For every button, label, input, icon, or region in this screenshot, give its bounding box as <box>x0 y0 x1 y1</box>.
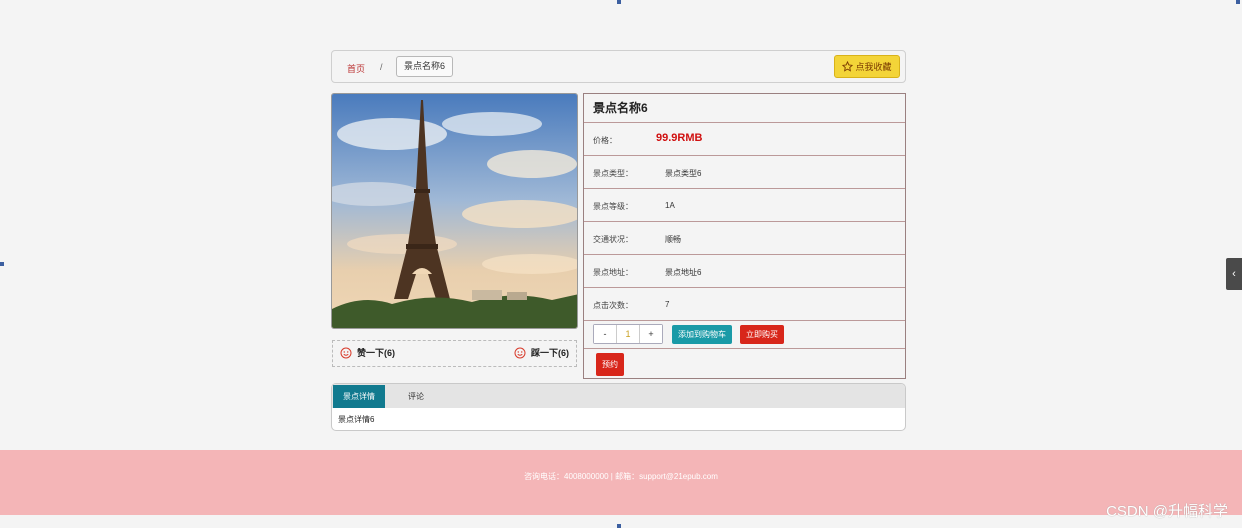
book-row: 预约 <box>584 349 905 379</box>
buy-now-button[interactable]: 立即购买 <box>740 325 784 344</box>
field-label: 交通状况： <box>593 235 633 244</box>
info-row-type: 景点类型： 景点类型6 <box>584 156 905 189</box>
detail-tabs: 景点详情 评论 景点详情6 <box>331 383 906 431</box>
price-value: 99.9RMB <box>656 132 703 144</box>
attraction-title: 景点名称6 <box>584 94 905 123</box>
favorite-button[interactable]: 点我收藏 <box>834 55 900 78</box>
watermark: CSDN @升幅科学 <box>1106 503 1228 520</box>
vote-bar: 赞一下(6) 踩一下(6) <box>332 340 577 367</box>
favorite-label: 点我收藏 <box>855 62 892 72</box>
selection-handle <box>1236 0 1240 4</box>
field-label: 景点等级： <box>593 202 633 211</box>
book-button[interactable]: 预约 <box>596 353 624 376</box>
breadcrumb-home-link[interactable]: 首页 <box>347 62 365 75</box>
star-icon <box>842 61 854 72</box>
info-row-level: 景点等级： 1A <box>584 189 905 222</box>
breadcrumb-current: 景点名称6 <box>396 56 454 77</box>
field-value: 7 <box>665 300 670 309</box>
attraction-info-panel: 景点名称6 价格： 99.9RMB 景点类型： 景点类型6 景点等级： 1A 交… <box>583 93 906 379</box>
selection-handle <box>617 0 621 4</box>
field-label: 点击次数： <box>593 301 633 310</box>
cart-row: - 1 + 添加到购物车 立即购买 <box>584 321 905 349</box>
field-value: 景点类型6 <box>665 169 702 178</box>
breadcrumb: 首页 / 景点名称6 点我收藏 <box>331 50 906 83</box>
smiley-icon <box>340 347 352 358</box>
quantity-input[interactable]: 1 <box>616 325 640 343</box>
vote-down-label: 踩一下(6) <box>531 348 569 358</box>
quantity-stepper: - 1 + <box>593 324 663 344</box>
breadcrumb-separator: / <box>380 62 383 72</box>
info-row-traffic: 交通状况： 顺畅 <box>584 222 905 255</box>
quantity-minus-button[interactable]: - <box>594 325 616 343</box>
tab-comments[interactable]: 评论 <box>398 385 434 408</box>
selection-handle <box>617 524 621 528</box>
tab-details[interactable]: 景点详情 <box>333 385 385 408</box>
vote-up-button[interactable]: 赞一下(6) <box>340 346 395 359</box>
vote-down-button[interactable]: 踩一下(6) <box>514 346 569 359</box>
attraction-photo <box>331 93 578 329</box>
tab-strip: 景点详情 评论 <box>332 384 905 408</box>
quantity-plus-button[interactable]: + <box>640 325 662 343</box>
selection-handle <box>0 262 4 266</box>
field-value: 景点地址6 <box>665 268 702 277</box>
vote-up-label: 赞一下(6) <box>357 348 395 358</box>
tab-content: 景点详情6 <box>338 415 375 424</box>
footer: 咨询电话：4008000000 | 邮箱：support@21epub.com <box>0 450 1242 515</box>
field-label: 景点地址： <box>593 268 633 277</box>
info-row-clicks: 点击次数： 7 <box>584 288 905 321</box>
field-value: 1A <box>665 201 675 210</box>
chevron-left-icon[interactable]: ‹ <box>1226 258 1242 290</box>
smiley-icon <box>514 347 526 358</box>
info-row-address: 景点地址： 景点地址6 <box>584 255 905 288</box>
field-label: 景点类型： <box>593 169 633 178</box>
add-to-cart-button[interactable]: 添加到购物车 <box>672 325 732 344</box>
field-value: 顺畅 <box>665 235 681 244</box>
info-row-price: 价格： 99.9RMB <box>584 123 905 156</box>
price-label: 价格： <box>593 136 617 145</box>
footer-contact: 咨询电话：4008000000 | 邮箱：support@21epub.com <box>524 472 718 481</box>
